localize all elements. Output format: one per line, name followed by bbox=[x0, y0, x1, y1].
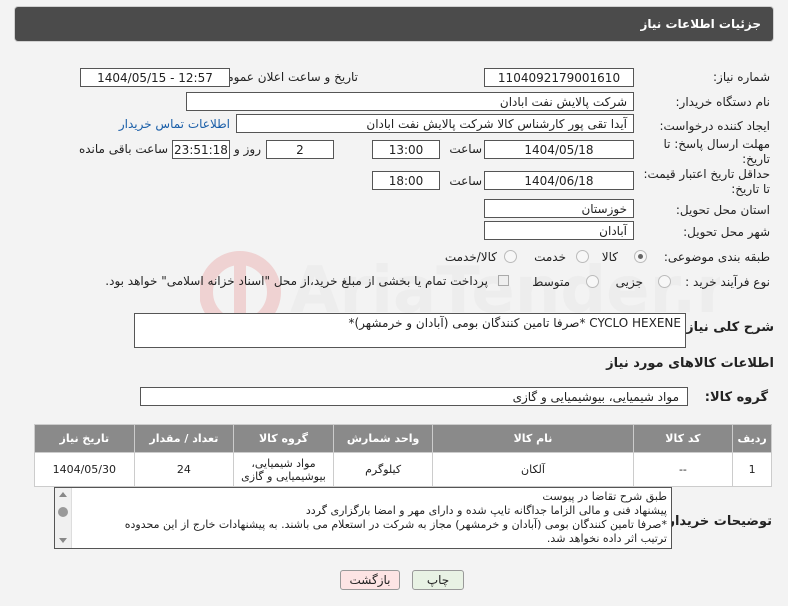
remaining-time-label: ساعت باقی مانده bbox=[78, 142, 168, 156]
cell-unit: کیلوگرم bbox=[332, 452, 434, 487]
print-button[interactable]: چاپ bbox=[412, 570, 464, 590]
notes-box: طبق شرح تقاضا در پیوست پیشنهاد فنی و مال… bbox=[54, 487, 672, 549]
buyer-org-label: نام دستگاه خریدار: bbox=[675, 95, 771, 109]
col-unit: واحد شمارش bbox=[332, 424, 434, 453]
summary-field: CYCLO HEXENE *صرفا تامین کنندگان بومی (آ… bbox=[134, 313, 686, 348]
purchase-medium-radio[interactable] bbox=[586, 275, 599, 288]
buyer-org-field: شرکت پالایش نفت ابادان bbox=[186, 92, 634, 111]
province-label: استان محل تحویل: bbox=[675, 203, 770, 217]
scroll-up-icon[interactable] bbox=[59, 492, 67, 497]
city-label: شهر محل تحویل: bbox=[683, 225, 770, 239]
announce-field: 1404/05/15 - 12:57 bbox=[80, 68, 230, 87]
purchase-minor-radio[interactable] bbox=[658, 275, 671, 288]
col-name: نام کالا bbox=[432, 424, 634, 453]
reply-date-field: 1404/05/18 bbox=[484, 140, 634, 159]
notes-line: ترتیب اثر داده نخواهد شد. bbox=[546, 532, 667, 545]
category-goods-label: کالا bbox=[601, 250, 618, 264]
page-title: جزئیات اطلاعات نیاز bbox=[640, 17, 761, 31]
price-time-label: ساعت bbox=[449, 174, 482, 188]
scroll-down-icon[interactable] bbox=[59, 538, 67, 543]
category-goods-radio[interactable] bbox=[634, 250, 647, 263]
back-button[interactable]: بازگشت bbox=[340, 570, 400, 590]
cell-date: 1404/05/30 bbox=[34, 452, 135, 487]
cell-group: مواد شیمیایی، بیوشیمیایی و گازی bbox=[233, 452, 334, 487]
scroll-thumb[interactable] bbox=[58, 507, 68, 517]
notes-line: *صرفا تامین کنندگان بومی (آبادان و خرمشه… bbox=[124, 518, 667, 531]
col-qty: تعداد / مقدار bbox=[133, 424, 235, 453]
creator-label: ایجاد کننده درخواست: bbox=[659, 119, 770, 133]
category-label: طبقه بندی موضوعی: bbox=[663, 250, 770, 264]
page-header: جزئیات اطلاعات نیاز bbox=[14, 6, 774, 42]
province-field: خوزستان bbox=[484, 199, 634, 218]
cell-row: 1 bbox=[732, 452, 772, 487]
goods-info-title: اطلاعات کالاهای مورد نیاز bbox=[606, 356, 774, 371]
cell-qty: 24 bbox=[133, 452, 235, 487]
notes-line: پیشنهاد فنی و مالی الزاما جداگانه تایپ ش… bbox=[305, 504, 667, 517]
announce-label: تاریخ و ساعت اعلان عمومی: bbox=[213, 70, 358, 84]
col-row: ردیف bbox=[732, 424, 772, 453]
table-row: 1 -- آلکان کیلوگرم مواد شیمیایی، بیوشیمی… bbox=[34, 452, 772, 487]
payment-checkbox[interactable] bbox=[498, 275, 509, 286]
creator-field: آیدا تقی پور کارشناس کالا شرکت پالایش نف… bbox=[236, 114, 634, 133]
category-both-radio[interactable] bbox=[504, 250, 517, 263]
reply-deadline-label: مهلت ارسال پاسخ: تا bbox=[663, 137, 770, 151]
payment-note: پرداخت تمام یا بخشی از مبلغ خرید،از محل … bbox=[105, 274, 488, 288]
purchase-minor-label: جزیی bbox=[615, 275, 643, 289]
contact-info-link[interactable]: اطلاعات تماس خریدار bbox=[119, 117, 230, 131]
need-number-label: شماره نیاز: bbox=[713, 70, 770, 84]
notes-text: طبق شرح تقاضا در پیوست پیشنهاد فنی و مال… bbox=[73, 490, 667, 546]
purchase-medium-label: متوسط bbox=[532, 275, 570, 289]
category-service-label: خدمت bbox=[534, 250, 566, 264]
purchase-type-label: نوع فرآیند خرید : bbox=[685, 275, 770, 289]
table-header-row: ردیف کد کالا نام کالا واحد شمارش گروه کا… bbox=[34, 424, 772, 453]
notes-scrollbar[interactable] bbox=[55, 488, 72, 548]
goods-group-field: مواد شیمیایی، بیوشیمیایی و گازی bbox=[140, 387, 688, 406]
category-service-radio[interactable] bbox=[576, 250, 589, 263]
col-date: تاریخ نیاز bbox=[34, 424, 135, 453]
col-group: گروه کالا bbox=[233, 424, 334, 453]
city-field: آبادان bbox=[484, 221, 634, 240]
days-field: 2 bbox=[266, 140, 334, 159]
summary-text: CYCLO HEXENE *صرفا تامین کنندگان بومی (آ… bbox=[348, 316, 681, 330]
reply-time-field: 13:00 bbox=[372, 140, 440, 159]
reply-deadline-label-2: تاریخ: bbox=[742, 152, 770, 166]
col-code: کد کالا bbox=[632, 424, 734, 453]
notes-label: توضیحات خریدار: bbox=[662, 514, 772, 529]
goods-group-label: گروه کالا: bbox=[704, 390, 768, 405]
summary-label: شرح کلی نیاز: bbox=[680, 320, 774, 335]
need-number-field: 1104092179001610 bbox=[484, 68, 634, 87]
items-table: ردیف کد کالا نام کالا واحد شمارش گروه کا… bbox=[34, 424, 772, 487]
price-deadline-label-2: تا تاریخ: bbox=[731, 182, 770, 196]
price-deadline-label: حداقل تاریخ اعتبار قیمت: bbox=[643, 167, 770, 181]
cell-name: آلکان bbox=[432, 452, 634, 487]
days-label: روز و bbox=[234, 142, 261, 156]
price-date-field: 1404/06/18 bbox=[484, 171, 634, 190]
remaining-time-field: 23:51:18 bbox=[172, 140, 230, 159]
notes-line: طبق شرح تقاضا در پیوست bbox=[542, 490, 667, 503]
reply-time-label: ساعت bbox=[449, 142, 482, 156]
category-both-label: کالا/خدمت bbox=[444, 250, 497, 264]
price-time-field: 18:00 bbox=[372, 171, 440, 190]
cell-code: -- bbox=[632, 452, 734, 487]
